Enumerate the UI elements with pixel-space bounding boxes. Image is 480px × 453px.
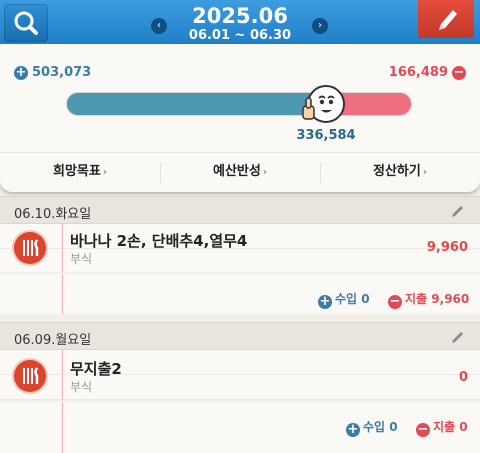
balance-bar — [66, 92, 412, 116]
fork-knife-icon — [14, 232, 46, 264]
income-value: 0 — [389, 420, 398, 434]
entry-category: 부식 — [70, 380, 93, 394]
date-label: 06.09.월요일 — [14, 333, 92, 348]
settlement-link[interactable]: 정산하기 › — [320, 153, 480, 193]
prev-month-button[interactable]: ‹ — [151, 18, 167, 34]
expense-value: 0 — [459, 420, 468, 434]
day-totals: + 수입 0 − 지출 9,960 — [0, 274, 480, 314]
add-entry-button[interactable] — [418, 0, 474, 38]
minus-icon: − — [452, 65, 466, 80]
budget-review-link-label: 예산반성 — [213, 164, 261, 179]
top-bar: ‹ 2025.06 06.01 ~ 06.30 › — [0, 0, 480, 44]
day-income: + 수입 0 — [318, 290, 370, 309]
income-value: 0 — [361, 292, 370, 306]
budget-review-link[interactable]: 예산반성 › — [160, 153, 320, 193]
search-button[interactable] — [4, 4, 48, 42]
chevron-right-icon: › — [262, 167, 267, 178]
list-item[interactable]: 바나나 2손, 단배추4,열무4 부식 9,960 — [0, 224, 480, 272]
list-item[interactable]: 무지출2 부식 0 — [0, 350, 480, 400]
chevron-right-icon: › — [102, 167, 107, 178]
pencil-icon[interactable] — [450, 329, 466, 345]
summary-links: 희망목표 › 예산반성 › 정산하기 › — [0, 152, 480, 192]
pencil-icon — [439, 10, 457, 30]
pencil-icon[interactable] — [450, 203, 466, 219]
income-label: 수입 — [363, 420, 386, 434]
chevron-right-icon: › — [422, 167, 427, 178]
date-header: 06.09.월요일 — [0, 322, 480, 350]
expense-label: 지출 — [433, 420, 456, 434]
search-icon — [14, 11, 38, 35]
minus-icon: − — [416, 422, 430, 437]
day-income: + 수입 0 — [346, 418, 398, 437]
settlement-link-label: 정산하기 — [373, 164, 421, 179]
goal-link-label: 희망목표 — [53, 164, 101, 179]
date-range: 06.01 ~ 06.30 — [188, 28, 292, 43]
entry-amount: 0 — [458, 370, 468, 385]
next-month-button[interactable]: › — [312, 18, 328, 34]
income-total: 503,073 — [32, 65, 92, 80]
margin-line — [62, 350, 63, 400]
thumbs-up-mascot-icon — [300, 80, 348, 128]
entry-category: 부식 — [70, 252, 93, 266]
day-expense: − 지출 0 — [416, 418, 468, 437]
month-title[interactable]: 2025.06 — [175, 4, 305, 28]
margin-line — [62, 224, 63, 272]
margin-line — [62, 274, 63, 314]
date-header: 06.10.화요일 — [0, 196, 480, 224]
fork-knife-icon — [14, 360, 46, 392]
expense-label: 지출 — [405, 292, 428, 306]
date-label: 06.10.화요일 — [14, 207, 92, 222]
day-totals: + 수입 0 − 지출 0 — [0, 402, 480, 453]
entry-amount: 9,960 — [426, 240, 468, 255]
plus-icon: + — [14, 65, 28, 80]
entry-title: 무지출2 — [70, 360, 122, 378]
plus-icon: + — [346, 422, 360, 437]
goal-link[interactable]: 희망목표 › — [0, 153, 160, 193]
entry-title: 바나나 2손, 단배추4,열무4 — [70, 232, 248, 250]
expense-total: 166,489 — [388, 65, 448, 80]
summary-card: + 503,073 166,489 − 336,584 희망목표 › 예산반성 › … — [0, 44, 480, 192]
expense-value: 9,960 — [431, 292, 470, 306]
plus-icon: + — [318, 294, 332, 309]
balance-value: 336,584 — [296, 128, 356, 143]
balance-bar-fill — [67, 93, 336, 115]
minus-icon: − — [388, 294, 402, 309]
margin-line — [62, 402, 63, 453]
day-expense: − 지출 9,960 — [388, 290, 469, 309]
income-label: 수입 — [335, 292, 358, 306]
